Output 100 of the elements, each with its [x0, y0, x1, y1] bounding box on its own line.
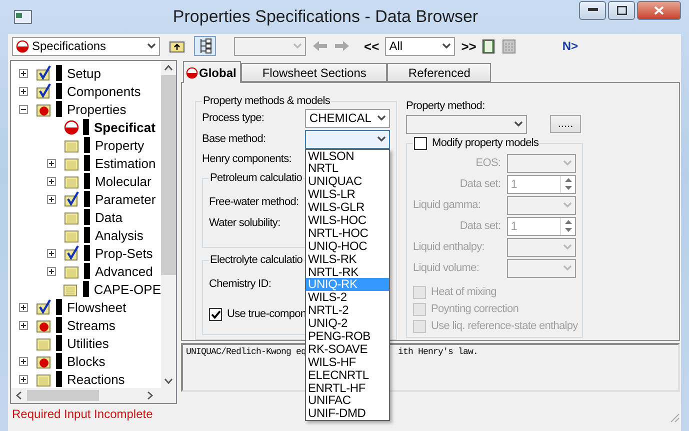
minimize-button[interactable]	[579, 0, 606, 20]
vertical-scrollbar[interactable]	[161, 61, 176, 388]
dropdown-option[interactable]: WILS-LR	[306, 188, 389, 202]
dropdown-option[interactable]: WILS-HF	[306, 356, 389, 369]
tree-item[interactable]: Properties	[67, 102, 126, 116]
close-button[interactable]	[637, 0, 681, 20]
dropdown-option[interactable]: UNIFAC	[306, 394, 389, 408]
dropdown-option[interactable]: WILS-2	[306, 291, 389, 304]
dropdown-option[interactable]: NRTL-RK	[306, 266, 389, 278]
dropdown-option[interactable]: NRTL-HOC	[306, 226, 389, 240]
tree-view-button[interactable]	[194, 36, 216, 56]
next-input-button[interactable]: N>	[562, 39, 578, 53]
tree-item[interactable]: Streams	[67, 318, 116, 332]
dropdown-option[interactable]: UNIF-DMD	[306, 407, 389, 420]
tree-item[interactable]: Reactions	[67, 372, 125, 386]
plus-icon	[48, 250, 55, 256]
tree-item[interactable]: Specificat	[94, 120, 156, 134]
tree-item[interactable]: Components	[67, 84, 141, 98]
field-label: Henry components:	[202, 152, 292, 164]
dropdown-option[interactable]: NRTL	[306, 162, 389, 176]
tree-item[interactable]: Advanced	[95, 264, 153, 278]
dropdown-option[interactable]: WILS-GLR	[306, 201, 389, 214]
checkbox[interactable]	[209, 308, 222, 320]
plus-icon	[20, 304, 27, 310]
tree-item[interactable]: Molecular	[95, 174, 152, 188]
base-method-select[interactable]	[305, 130, 390, 148]
expand-toggle[interactable]	[19, 374, 28, 384]
dropdown-option[interactable]: ENRTL-HF	[306, 382, 389, 394]
maximize-button[interactable]	[608, 0, 635, 20]
checked-document-icon	[64, 191, 80, 207]
field-label: Chemistry ID:	[209, 278, 272, 290]
checked-document-icon	[36, 65, 52, 81]
plus-icon	[20, 322, 27, 328]
tree-item[interactable]: Prop-Sets	[95, 246, 153, 260]
expand-toggle[interactable]	[47, 158, 56, 168]
half-filled-circle-icon	[16, 40, 29, 52]
group-title: Property methods & models	[202, 95, 331, 107]
plus-icon	[20, 376, 27, 382]
checkbox-label: Poynting correction	[431, 303, 519, 315]
tree-item[interactable]: Setup	[67, 66, 101, 80]
tree-item[interactable]: Parameter	[95, 192, 156, 206]
expand-toggle[interactable]	[19, 356, 28, 366]
collapse-toggle[interactable]	[19, 104, 28, 114]
calculator-icon[interactable]	[502, 38, 516, 54]
tree-item[interactable]: Data	[95, 210, 122, 224]
close-icon	[654, 6, 664, 14]
dropdown-option[interactable]: NRTL-2	[306, 304, 389, 318]
tree-item[interactable]: Estimation	[95, 156, 156, 170]
tab[interactable]: Flowsheet Sections	[241, 63, 388, 82]
checkbox-label: Heat of mixing	[431, 286, 496, 298]
field-label: Water solubility:	[209, 217, 280, 229]
expand-toggle[interactable]	[47, 266, 56, 276]
plus-icon	[20, 88, 27, 94]
tree-item[interactable]: Property	[95, 138, 144, 152]
tree-item[interactable]: Flowsheet	[67, 300, 126, 314]
dropdown-option[interactable]: UNIQUAC	[306, 175, 389, 188]
resize-grip-icon[interactable]	[670, 413, 680, 423]
tree-item[interactable]: Blocks	[67, 354, 106, 368]
expand-toggle[interactable]	[19, 302, 28, 312]
marker-bar-icon	[84, 245, 90, 261]
tree-item[interactable]: Analysis	[95, 228, 144, 242]
dropdown-option[interactable]: WILSON	[306, 150, 389, 162]
expand-toggle[interactable]	[47, 248, 56, 258]
dropdown-option[interactable]: ELECNRTL	[306, 368, 389, 382]
tree-item[interactable]: Utilities	[67, 336, 109, 350]
expand-toggle[interactable]	[47, 176, 56, 186]
marker-bar-icon	[56, 101, 62, 117]
dropdown-option[interactable]: WILS-RK	[306, 252, 389, 266]
plus-icon	[48, 196, 55, 202]
expand-toggle[interactable]	[19, 68, 28, 78]
dropdown-option[interactable]: UNIQ-2	[306, 317, 389, 330]
previous-button[interactable]: <<	[364, 38, 380, 54]
tree-item[interactable]: CAPE-OPE	[94, 282, 161, 296]
dropdown-option[interactable]: RK-SOAVE	[306, 342, 389, 356]
tab[interactable]: Global	[183, 61, 242, 83]
expand-toggle[interactable]	[19, 86, 28, 96]
dropdown-caret-icon	[293, 43, 302, 49]
half-filled-circle-icon	[186, 66, 198, 78]
horizontal-scrollbar[interactable]	[10, 388, 177, 404]
dropdown-option[interactable]: PENG-ROB	[306, 330, 389, 343]
marker-bar-icon	[83, 119, 89, 135]
dropdown-option[interactable]: WILS-HOC	[306, 214, 389, 227]
checkmark-icon	[210, 310, 220, 318]
tab[interactable]: Referenced	[387, 63, 492, 82]
form-select[interactable]: Specifications	[12, 36, 160, 56]
app-icon	[14, 10, 32, 24]
status-message: Required Input Incomplete	[11, 406, 154, 423]
field-label: Liquid volume:	[413, 262, 480, 274]
marker-bar-icon	[56, 83, 62, 99]
browse-button[interactable]: .....	[550, 115, 581, 133]
process-type-select[interactable]: CHEMICAL	[305, 108, 390, 128]
section-select[interactable]: All	[385, 36, 456, 56]
marker-bar-icon	[84, 173, 90, 189]
field-label: Liquid enthalpy:	[413, 241, 486, 253]
dropdown-option[interactable]: UNIQ-HOC	[306, 240, 389, 253]
expand-toggle[interactable]	[47, 194, 56, 204]
expand-toggle[interactable]	[19, 320, 28, 330]
checkbox[interactable]	[414, 136, 427, 150]
notebook-icon[interactable]	[482, 38, 496, 54]
next-button[interactable]: >>	[461, 38, 476, 54]
